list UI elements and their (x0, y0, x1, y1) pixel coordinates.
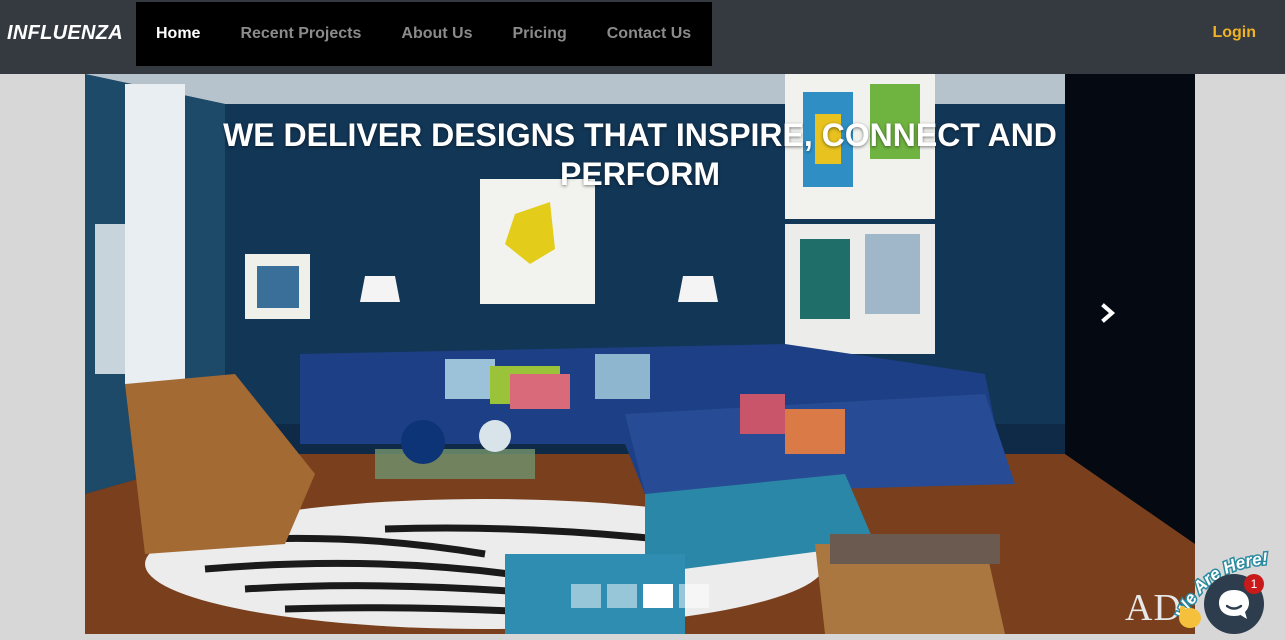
carousel-next-button[interactable] (1098, 298, 1122, 328)
login-link[interactable]: Login (1212, 24, 1256, 42)
carousel-indicator-2[interactable] (607, 584, 637, 608)
top-navbar: INFLUENZA Home Recent Projects About Us … (0, 0, 1285, 74)
carousel-indicator-1[interactable] (571, 584, 601, 608)
carousel-indicators (571, 584, 709, 608)
nav-pricing[interactable]: Pricing (513, 25, 567, 43)
chevron-right-icon (1101, 303, 1116, 323)
chat-widget: We Are Here! 1 (1160, 540, 1285, 640)
carousel-indicator-3[interactable] (643, 584, 673, 608)
brand-logo[interactable]: INFLUENZA (7, 22, 123, 45)
nav-contact-us[interactable]: Contact Us (607, 25, 691, 43)
hero-carousel: WE DELIVER DESIGNS THAT INSPIRE, CONNECT… (85, 74, 1195, 634)
carousel-indicator-4[interactable] (679, 584, 709, 608)
nav-home[interactable]: Home (156, 25, 200, 43)
chat-unread-badge: 1 (1244, 574, 1264, 594)
main-nav-menu: Home Recent Projects About Us Pricing Co… (136, 2, 712, 66)
nav-recent-projects[interactable]: Recent Projects (240, 25, 361, 43)
nav-about-us[interactable]: About Us (401, 25, 472, 43)
hero-headline: WE DELIVER DESIGNS THAT INSPIRE, CONNECT… (223, 117, 1057, 192)
waving-hand-icon (1179, 606, 1201, 628)
